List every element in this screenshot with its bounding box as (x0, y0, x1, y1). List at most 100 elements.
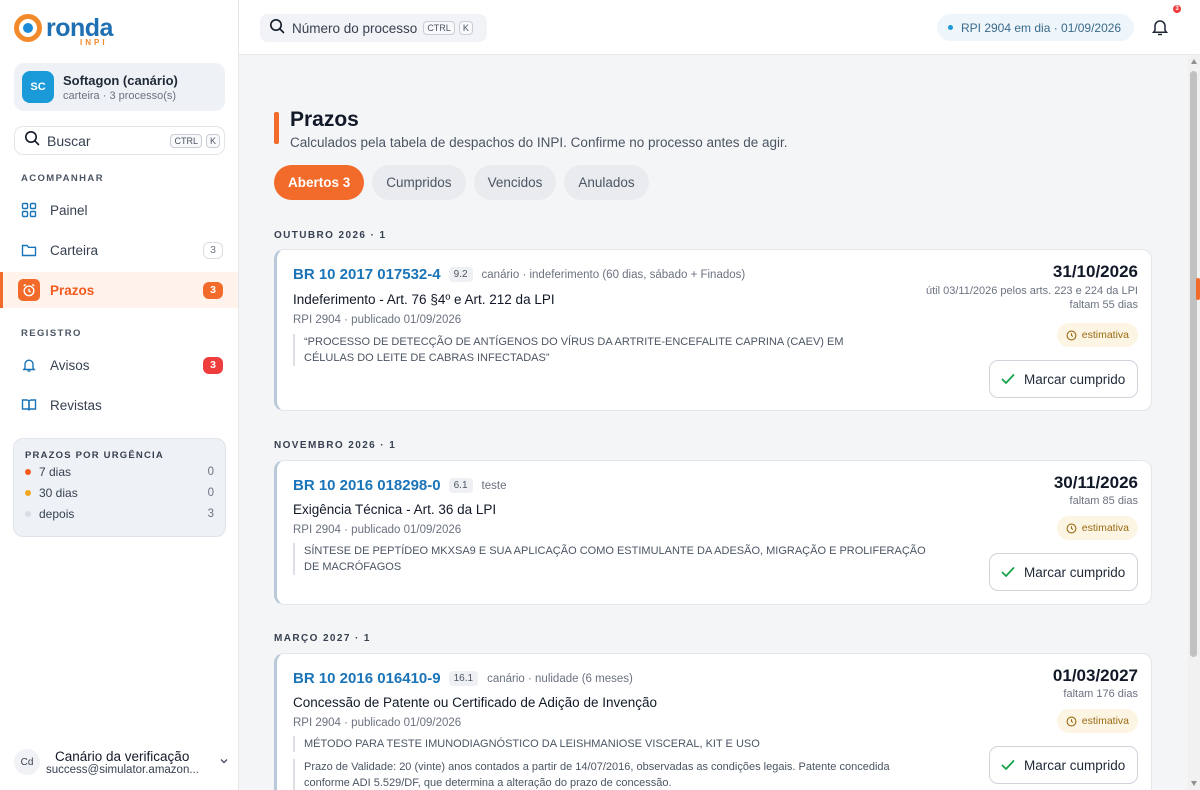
process-title-quote: SÍNTESE DE PEPTÍDEO MKXSA9 E SUA APLICAÇ… (293, 543, 933, 575)
page-subtitle: Calculados pela tabela de despachos do I… (290, 135, 788, 150)
kbd-k: K (205, 133, 220, 148)
bell-icon (1150, 20, 1170, 41)
status-tabs: Abertos 3 Cumpridos Vencidos Anulados (274, 165, 657, 200)
page-title: Prazos (290, 108, 359, 131)
mark-done-label: Marcar cumprido (1024, 371, 1126, 387)
month-group-label: NOVEMBRO 2026 · 1 (274, 440, 397, 451)
sidebar-count-badge: 3 (203, 356, 223, 374)
urgency-label: depois (39, 506, 75, 521)
rpi-status-text: RPI 2904 em dia · 01/09/2026 (961, 20, 1122, 35)
due-date: 31/10/2026 (1052, 262, 1138, 281)
urgency-title: PRAZOS POR URGÊNCIA (25, 450, 164, 461)
process-number-link[interactable]: BR 10 2016 016410-9 (293, 670, 441, 687)
mark-done-button[interactable]: Marcar cumprido (989, 746, 1138, 784)
urgency-summary: PRAZOS POR URGÊNCIA 7 dias 0 30 dias 0 d… (13, 438, 226, 537)
estimate-badge: estimativa (1056, 516, 1138, 540)
sidebar-item-label: Prazos (50, 282, 95, 298)
dispatch-title: Exigência Técnica - Art. 36 da LPI (293, 502, 497, 517)
tab-cumpridos[interactable]: Cumpridos (372, 165, 466, 200)
alarm-clock-icon (18, 279, 40, 301)
rpi-published: RPI 2904 · publicado 01/09/2026 (293, 524, 462, 536)
dispatch-code-badge: 16.1 (448, 671, 479, 686)
folder-icon (20, 241, 38, 259)
top-header: Número do processo CTRL K RPI 2904 em di… (239, 0, 1200, 55)
section-label-registry: REGISTRO (21, 328, 82, 339)
sidebar-search[interactable]: Buscar CTRL K (14, 126, 225, 155)
scroll-thumb[interactable] (1190, 71, 1197, 657)
search-icon (24, 130, 40, 151)
process-search[interactable]: Número do processo CTRL K (260, 14, 487, 42)
account-sub: carteira · 3 processo(s) (63, 89, 177, 102)
user-menu[interactable]: Cd Canário da verificação success@simula… (14, 743, 229, 781)
process-title-quote: MÉTODO PARA TESTE IMUNODIAGNÓSTICO DA LE… (293, 736, 933, 752)
sidebar-item-revistas[interactable]: Revistas (0, 387, 238, 423)
account-switcher[interactable]: SC Softagon (canário) carteira · 3 proce… (14, 63, 225, 111)
days-remaining: faltam 176 dias (1063, 688, 1138, 700)
notifications-button[interactable] (1150, 17, 1170, 37)
due-date: 30/11/2026 (1053, 473, 1138, 492)
kbd-k: K (458, 21, 473, 35)
tab-anulados[interactable]: Anulados (564, 165, 649, 200)
scroll-up-arrow-icon[interactable] (1191, 59, 1197, 64)
scroll-down-arrow-icon[interactable] (1191, 781, 1197, 786)
sidebar-item-painel[interactable]: Painel (0, 192, 238, 228)
sidebar-item-label: Avisos (50, 357, 90, 373)
estimate-label: estimativa (1081, 329, 1129, 341)
urgency-count: 3 (207, 507, 214, 520)
sidebar-item-label: Painel (50, 202, 88, 218)
mark-done-label: Marcar cumprido (1024, 757, 1126, 773)
mark-done-label: Marcar cumprido (1024, 564, 1126, 580)
sidebar-item-prazos[interactable]: Prazos 3 (0, 272, 238, 308)
deadline-card: BR 10 2017 017532-4 9.2 canário · indefe… (274, 249, 1152, 411)
dispatch-title: Indeferimento - Art. 76 §4º e Art. 212 d… (293, 292, 555, 307)
estimate-badge: estimativa (1056, 709, 1138, 733)
mark-done-button[interactable]: Marcar cumprido (989, 553, 1138, 591)
process-note: canário · nulidade (6 meses) (487, 672, 633, 685)
mark-done-button[interactable]: Marcar cumprido (989, 360, 1138, 398)
process-note: canário · indeferimento (60 dias, sábado… (481, 268, 746, 281)
scrollbar[interactable] (1188, 55, 1200, 790)
logo[interactable]: ronda INPI (14, 12, 113, 47)
dispatch-code-badge: 9.2 (448, 267, 473, 282)
bell-icon (20, 356, 38, 374)
clock-icon (1066, 716, 1077, 727)
sidebar-count-badge: 3 (203, 241, 223, 259)
tab-abertos[interactable]: Abertos 3 (274, 165, 365, 200)
due-date: 01/03/2027 (1052, 666, 1138, 685)
urgency-dot (25, 468, 31, 475)
sidebar-item-label: Revistas (50, 397, 102, 413)
sidebar-item-carteira[interactable]: Carteira 3 (0, 232, 238, 268)
urgency-dot (25, 489, 31, 496)
sidebar-search-label: Buscar (47, 132, 91, 149)
kbd-ctrl: CTRL (170, 133, 202, 148)
clock-icon (1066, 523, 1077, 534)
user-email: success@simulator.amazon... (46, 763, 199, 776)
estimate-badge: estimativa (1056, 323, 1138, 347)
process-number-link[interactable]: BR 10 2017 017532-4 (293, 266, 441, 283)
estimate-label: estimativa (1081, 522, 1129, 534)
business-due-date: útil 03/11/2026 pelos arts. 223 e 224 da… (925, 285, 1138, 297)
urgency-dot (25, 510, 31, 517)
sidebar-item-label: Carteira (50, 242, 99, 258)
account-name: Softagon (canário) (63, 72, 178, 88)
rpi-published: RPI 2904 · publicado 01/09/2026 (293, 717, 462, 729)
book-open-icon (20, 396, 38, 414)
validity-note: Prazo de Validade: 20 (vinte) anos conta… (293, 759, 933, 790)
section-label-follow: ACOMPANHAR (21, 173, 104, 184)
sidebar-item-avisos[interactable]: Avisos 3 (0, 347, 238, 383)
process-title-quote: “PROCESSO DE DETECÇÃO DE ANTÍGENOS DO VÍ… (293, 334, 853, 366)
urgency-row[interactable]: 7 dias 0 (25, 461, 214, 482)
tab-vencidos[interactable]: Vencidos (473, 165, 557, 200)
process-note: teste (481, 479, 507, 492)
urgency-row[interactable]: depois 3 (25, 503, 214, 524)
urgency-label: 30 dias (39, 485, 78, 500)
rpi-published: RPI 2904 · publicado 01/09/2026 (293, 314, 462, 326)
process-number-link[interactable]: BR 10 2016 018298-0 (293, 477, 441, 494)
urgency-row[interactable]: 30 dias 0 (25, 482, 214, 503)
days-remaining: faltam 85 dias (1069, 495, 1138, 507)
dispatch-code-badge: 6.1 (448, 478, 473, 493)
logo-sub: INPI (80, 38, 108, 47)
edge-accent-mark (1196, 278, 1200, 300)
search-icon (269, 18, 285, 39)
check-icon (1000, 757, 1016, 773)
